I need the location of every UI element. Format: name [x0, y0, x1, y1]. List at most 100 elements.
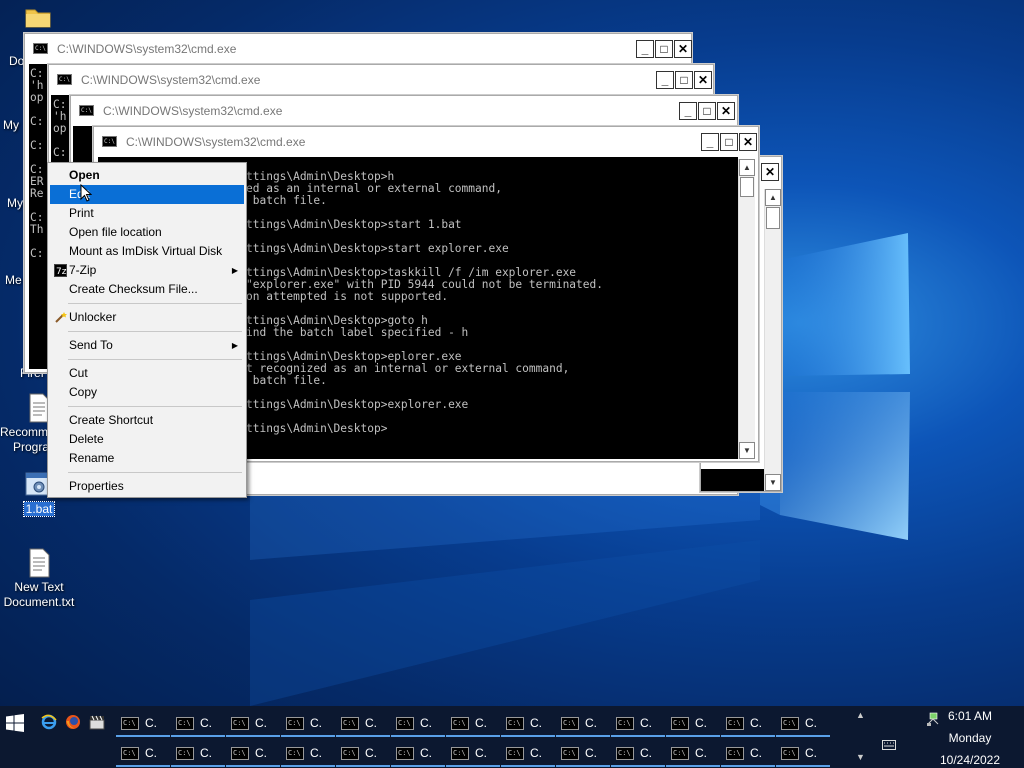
menu-item-open[interactable]: Open [50, 166, 244, 185]
start-button[interactable] [6, 714, 24, 732]
menu-item-copy[interactable]: Copy [50, 383, 244, 402]
taskbar-cmd-item[interactable]: C:\ C. [776, 709, 830, 737]
close-button[interactable]: ✕ [674, 40, 692, 58]
taskbar-item-label: C. [695, 716, 707, 730]
media-launcher[interactable] [89, 714, 105, 730]
taskbar-cmd-item[interactable]: C:\ C. [721, 709, 775, 737]
window-titlebar[interactable]: C:\ C:\WINDOWS\system32\cmd.exe _ □ ✕ [71, 96, 737, 126]
taskbar-cmd-item[interactable]: C:\ C. [116, 739, 170, 767]
tray-keyboard-icon[interactable] [882, 737, 896, 750]
menu-item-label: Open file location [69, 225, 162, 239]
cmd-icon: C:\ [286, 717, 304, 730]
taskbar: C:\ C. C:\ C. C:\ C. C:\ C. C:\ C. C:\ C. C:\ C… [0, 706, 1024, 768]
taskbar-cmd-item[interactable]: C:\ C. [391, 739, 445, 767]
scroll-up-arrow[interactable]: ▲ [765, 189, 781, 206]
menu-separator [68, 331, 242, 332]
close-button[interactable]: ✕ [717, 102, 735, 120]
desktop-icon-new-text-document[interactable]: New Text Document.txt [0, 548, 78, 610]
menu-item-label: Open [69, 168, 100, 182]
clock-date[interactable]: 10/24/2022 [930, 753, 1010, 767]
desktop-icon-label-clipped[interactable]: Me [5, 273, 22, 287]
menu-item-7zip[interactable]: 7z 7-Zip ▶ [50, 261, 244, 280]
desktop-icon-label-clipped[interactable]: My [7, 196, 23, 210]
scroll-down-arrow[interactable]: ▼ [739, 442, 755, 459]
menu-item-unlocker[interactable]: Unlocker [50, 308, 244, 327]
vertical-scrollbar[interactable]: ▲ ▼ [764, 189, 781, 491]
folder-icon[interactable] [24, 2, 52, 30]
taskbar-cmd-item[interactable]: C:\ C. [336, 739, 390, 767]
vertical-scrollbar[interactable]: ▲ ▼ [738, 159, 755, 459]
taskbar-cmd-item[interactable]: C:\ C. [776, 739, 830, 767]
minimize-button[interactable]: _ [679, 102, 697, 120]
scroll-thumb[interactable] [740, 177, 754, 197]
maximize-button[interactable]: □ [655, 40, 673, 58]
window-titlebar[interactable]: C:\ C:\WINDOWS\system32\cmd.exe _ □ ✕ [25, 34, 692, 64]
taskbar-cmd-item[interactable]: C:\ C. [171, 709, 225, 737]
menu-item-delete[interactable]: Delete [50, 430, 244, 449]
scroll-down-arrow[interactable]: ▼ [765, 474, 781, 491]
taskbar-item-label: C. [530, 716, 542, 730]
maximize-button[interactable]: □ [698, 102, 716, 120]
clock-time[interactable]: 6:01 AM [930, 709, 1010, 723]
taskbar-scroll-down-icon[interactable]: ▼ [856, 752, 865, 762]
taskbar-cmd-item[interactable]: C:\ C. [446, 709, 500, 737]
taskbar-cmd-item[interactable]: C:\ C. [556, 739, 610, 767]
close-button[interactable]: ✕ [739, 133, 757, 151]
taskbar-cmd-item[interactable]: C:\ C. [391, 709, 445, 737]
close-button[interactable]: ✕ [694, 71, 712, 89]
window-titlebar[interactable]: C:\ C:\WINDOWS\system32\cmd.exe _ □ ✕ [94, 127, 758, 157]
window-title: C:\WINDOWS\system32\cmd.exe [103, 104, 283, 118]
taskbar-cmd-item[interactable]: C:\ C. [116, 709, 170, 737]
maximize-button[interactable]: □ [675, 71, 693, 89]
clock-day[interactable]: Monday [930, 731, 1010, 745]
menu-item-print[interactable]: Print [50, 204, 244, 223]
taskbar-cmd-item[interactable]: C:\ C. [556, 709, 610, 737]
taskbar-cmd-item[interactable]: C:\ C. [281, 709, 335, 737]
menu-item-create-checksum[interactable]: Create Checksum File... [50, 280, 244, 299]
taskbar-cmd-item[interactable]: C:\ C. [226, 739, 280, 767]
taskbar-cmd-item[interactable]: C:\ C. [611, 709, 665, 737]
taskbar-cmd-item[interactable]: C:\ C. [501, 739, 555, 767]
desktop-icon-label-clipped[interactable]: Do [9, 54, 24, 68]
menu-item-create-shortcut[interactable]: Create Shortcut [50, 411, 244, 430]
menu-item-rename[interactable]: Rename [50, 449, 244, 468]
menu-item-label: 7-Zip [69, 263, 97, 277]
firefox-launcher[interactable] [65, 714, 81, 730]
taskbar-cmd-item[interactable]: C:\ C. [226, 709, 280, 737]
maximize-button[interactable]: □ [720, 133, 738, 151]
menu-item-open-file-location[interactable]: Open file location [50, 223, 244, 242]
taskbar-cmd-item[interactable]: C:\ C. [336, 709, 390, 737]
taskbar-cmd-item[interactable]: C:\ C. [171, 739, 225, 767]
taskbar-cmd-item[interactable]: C:\ C. [446, 739, 500, 767]
menu-item-label: Copy [69, 385, 98, 399]
scroll-up-arrow[interactable]: ▲ [739, 159, 755, 176]
desktop-icon-label-clipped[interactable]: My [3, 118, 19, 132]
taskbar-cmd-item[interactable]: C:\ C. [666, 739, 720, 767]
cmd-icon: C:\ [396, 747, 414, 760]
minimize-button[interactable]: _ [701, 133, 719, 151]
taskbar-scroll-up-icon[interactable]: ▲ [856, 710, 865, 720]
taskbar-item-label: C. [255, 716, 267, 730]
cmd-icon: C:\ [121, 717, 139, 730]
taskbar-cmd-item[interactable]: C:\ C. [721, 739, 775, 767]
menu-item-cut[interactable]: Cut [50, 364, 244, 383]
windows-logo-icon [6, 714, 24, 732]
close-button[interactable]: ✕ [761, 163, 779, 181]
taskbar-item-label: C. [255, 746, 267, 760]
taskbar-cmd-item[interactable]: C:\ C. [501, 709, 555, 737]
console-area[interactable] [701, 469, 765, 491]
taskbar-cmd-item[interactable]: C:\ C. [281, 739, 335, 767]
menu-item-send-to[interactable]: Send To ▶ [50, 336, 244, 355]
context-menu[interactable]: Open Edit Print Open file location Mount… [47, 162, 247, 498]
window-titlebar[interactable]: C:\ C:\WINDOWS\system32\cmd.exe _ □ ✕ [49, 65, 713, 95]
minimize-button[interactable]: _ [636, 40, 654, 58]
taskbar-cmd-item[interactable]: C:\ C. [611, 739, 665, 767]
scroll-thumb[interactable] [766, 207, 780, 229]
window-title: C:\WINDOWS\system32\cmd.exe [126, 135, 306, 149]
taskbar-cmd-item[interactable]: C:\ C. [666, 709, 720, 737]
cmd-icon: C:\ [506, 747, 524, 760]
minimize-button[interactable]: _ [656, 71, 674, 89]
ie-launcher[interactable] [41, 714, 57, 730]
menu-item-mount-imdisk[interactable]: Mount as ImDisk Virtual Disk [50, 242, 244, 261]
menu-item-properties[interactable]: Properties [50, 477, 244, 496]
